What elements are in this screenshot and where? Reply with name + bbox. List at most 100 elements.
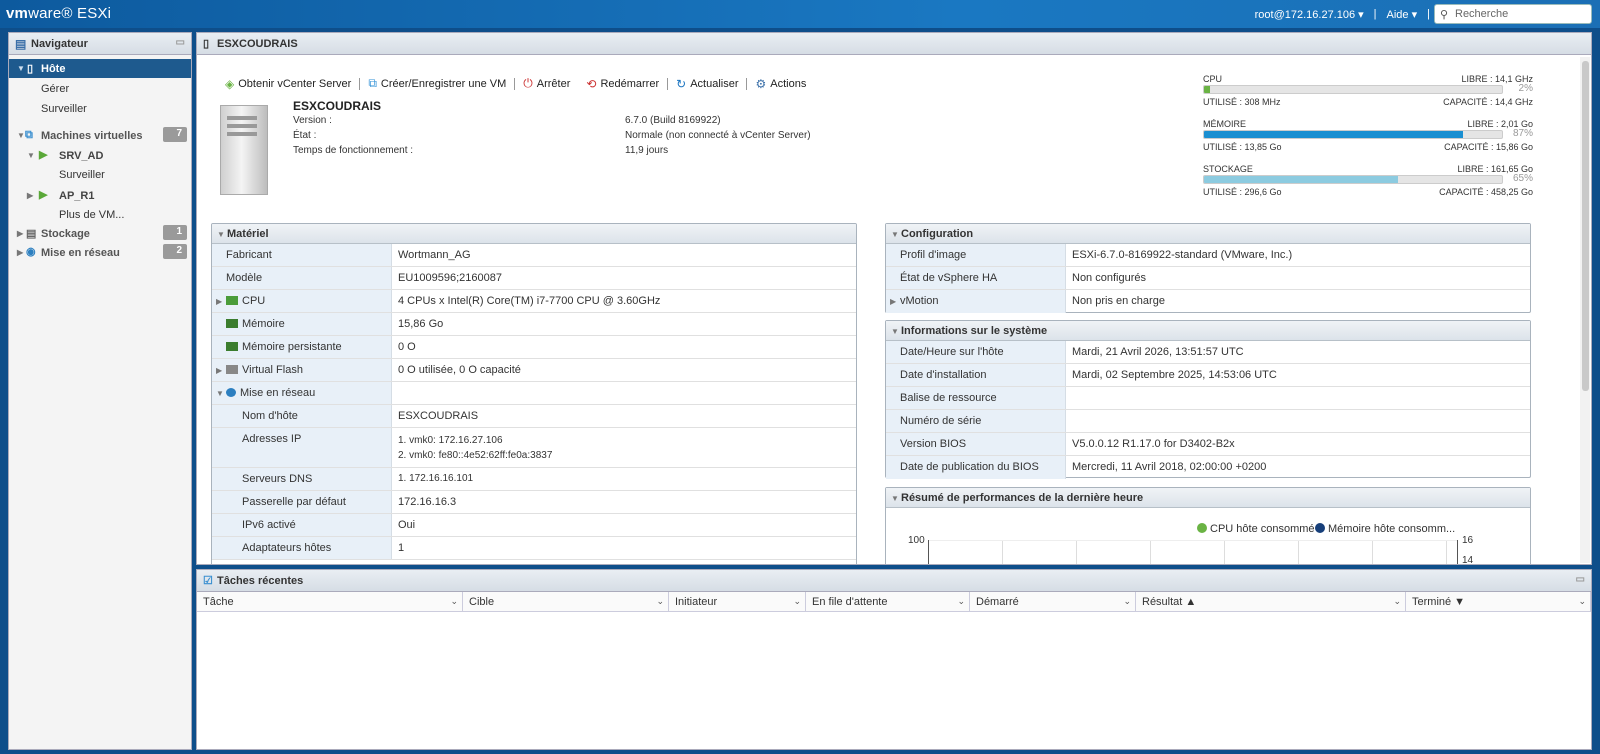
storage-meter: STOCKAGE LIBRE : 161,65 Go 65% UTILISÉ :… — [1203, 164, 1533, 200]
nav-item-srv-ad[interactable]: ▼ ▶ SRV_AD — [9, 146, 191, 165]
config-row-vsphere-ha: État de vSphere HA Non configurés — [886, 267, 1530, 290]
vm-count-badge: 7 — [163, 127, 187, 142]
collapse-icon[interactable]: ▼ — [27, 151, 35, 160]
chevron-down-icon[interactable]: ⌄ — [1578, 596, 1586, 607]
search-input[interactable]: ⚲ Recherche — [1434, 4, 1592, 24]
legend-memory[interactable]: Mémoire hôte consomm... — [1315, 523, 1455, 535]
vmware-esxi-logo: vmware® ESXi — [6, 5, 112, 22]
nav-item-host[interactable]: ▼ ▯ Hôte — [9, 59, 191, 78]
server-image — [220, 105, 268, 195]
nav-item-storage[interactable]: ▶ ▤ Stockage 1 — [9, 224, 191, 243]
chart-gridlines — [929, 540, 1457, 564]
refresh-icon: ↻ — [676, 76, 687, 91]
create-vm-button[interactable]: ⧉ Créer/Enregistrer une VM — [360, 76, 514, 91]
hw-row-virtual-flash[interactable]: ▶ Virtual Flash 0 O utilisée, 0 O capacité — [212, 359, 856, 382]
column-target[interactable]: Cible ⌄ — [463, 592, 669, 612]
state-value: Normale (non connecté à vCenter Server) — [625, 130, 811, 141]
reboot-button[interactable]: ⟲ Redémarrer — [578, 77, 667, 91]
chevron-down-icon[interactable]: ⌄ — [1123, 596, 1131, 607]
config-row-vmotion[interactable]: ▶ vMotion Non pris en charge — [886, 290, 1530, 313]
nav-item-virtual-machines[interactable]: ▼ ⧉ Machines virtuelles 7 — [9, 126, 191, 145]
storage-capacity: CAPACITÉ : 458,25 Go — [1439, 187, 1533, 197]
sys-row-serial: Numéro de série — [886, 410, 1530, 433]
configuration-header[interactable]: ▼ Configuration — [886, 224, 1530, 244]
storage-percent: 65% — [1512, 173, 1533, 184]
reboot-icon: ⟲ — [586, 76, 597, 91]
create-vm-icon: ⧉ — [368, 76, 377, 90]
legend-cpu[interactable]: CPU hôte consommé — [1197, 523, 1315, 535]
scrollbar-thumb[interactable] — [1582, 61, 1589, 391]
chevron-down-icon[interactable]: ⌄ — [450, 596, 458, 607]
collapse-icon[interactable]: ▼ — [17, 64, 25, 73]
flash-icon — [226, 365, 238, 374]
nav-item-srv-ad-monitor[interactable]: Surveiller — [9, 165, 191, 184]
expand-icon[interactable]: ▶ — [216, 366, 222, 375]
sys-row-asset-tag: Balise de ressource — [886, 387, 1530, 410]
hw-row-model: Modèle EU1009596;2160087 — [212, 267, 856, 290]
host-icon: ▯ — [27, 63, 34, 75]
performance-header[interactable]: ▼ Résumé de performances de la dernière h… — [886, 488, 1530, 508]
sys-row-host-datetime: Date/Heure sur l'hôte Mardi, 21 Avril 202… — [886, 341, 1530, 364]
expand-icon[interactable]: ▶ — [17, 229, 23, 238]
collapse-icon[interactable]: ▼ — [217, 230, 225, 239]
chevron-down-icon[interactable]: ⌄ — [656, 596, 664, 607]
column-started[interactable]: Démarré ⌄ — [970, 592, 1136, 612]
uptime-label: Temps de fonctionnement : — [293, 145, 414, 156]
storage-bar-fill — [1204, 176, 1398, 183]
chevron-down-icon[interactable]: ⌄ — [793, 596, 801, 607]
actions-button[interactable]: ⚙ Actions — [747, 77, 814, 91]
uptime-value: 11,9 jours — [625, 145, 669, 156]
nav-item-networking[interactable]: ▶ ◉ Mise en réseau 2 — [9, 243, 191, 262]
expand-icon[interactable]: ▶ — [890, 297, 896, 306]
hardware-header[interactable]: ▼ Matériel — [212, 224, 856, 244]
nav-item-monitor[interactable]: Surveiller — [9, 99, 191, 118]
memory-bar — [1203, 130, 1503, 139]
refresh-button[interactable]: ↻ Actualiser — [668, 77, 746, 91]
collapse-icon[interactable]: ▼ — [891, 230, 899, 239]
expand-icon[interactable]: ▶ — [216, 297, 222, 306]
collapse-icon[interactable]: ▼ — [216, 389, 224, 398]
minimize-icon[interactable]: ▭ — [1576, 574, 1585, 585]
column-task[interactable]: Tâche ⌄ — [197, 592, 463, 612]
memory-used: UTILISÉ : 13,85 Go — [1203, 142, 1282, 152]
vertical-scrollbar[interactable] — [1580, 57, 1590, 563]
storage-icon: ▤ — [26, 228, 37, 240]
vcenter-icon: ◈ — [225, 76, 235, 91]
host-icon: ▯ — [203, 38, 210, 50]
cpu-capacity: CAPACITÉ : 14,4 GHz — [1443, 97, 1533, 107]
hw-row-dns: Serveurs DNS 1. 172.16.16.101 — [212, 468, 856, 491]
collapse-icon[interactable]: ▼ — [891, 494, 899, 503]
chevron-down-icon[interactable]: ⌄ — [1393, 596, 1401, 607]
hw-row-cpu[interactable]: ▶ CPU 4 CPUs x Intel(R) Core(TM) i7-7700 C… — [212, 290, 856, 313]
system-info-header[interactable]: ▼ Informations sur le système — [886, 321, 1530, 341]
help-menu[interactable]: Aide ▾ — [1387, 8, 1418, 21]
storage-label: STOCKAGE — [1203, 164, 1253, 174]
search-icon: ⚲ — [1440, 9, 1449, 21]
shutdown-button[interactable]: ⏻ Arrêter — [515, 76, 578, 91]
minimize-icon[interactable]: ▭ — [176, 37, 185, 48]
recent-tasks-panel: ☑ Tâches récentes ▭ Tâche ⌄ Cible ⌄ Initia… — [196, 569, 1592, 750]
collapse-icon[interactable]: ▼ — [891, 327, 899, 336]
storage-used: UTILISÉ : 296,6 Go — [1203, 187, 1282, 197]
get-vcenter-button[interactable]: ◈ Obtenir vCenter Server — [217, 77, 359, 91]
memory-icon — [226, 319, 238, 328]
cpu-percent: 2% — [1518, 83, 1533, 94]
chevron-down-icon[interactable]: ⌄ — [957, 596, 965, 607]
y-axis-left-max: 100 — [908, 535, 925, 546]
hw-row-manufacturer: Fabricant Wortmann_AG — [212, 244, 856, 267]
column-queued[interactable]: En file d'attente ⌄ — [806, 592, 970, 612]
recent-tasks-header: ☑ Tâches récentes ▭ — [197, 570, 1591, 592]
collapse-icon[interactable]: ▼ — [17, 131, 25, 140]
nav-item-more-vms[interactable]: Plus de VM... — [9, 205, 191, 224]
column-initiator[interactable]: Initiateur ⌄ — [669, 592, 806, 612]
memory-label: MÉMOIRE — [1203, 119, 1247, 129]
user-menu[interactable]: root@172.16.27.106 ▾ — [1255, 8, 1364, 21]
hw-row-networking[interactable]: ▼ Mise en réseau — [212, 382, 856, 405]
column-result[interactable]: Résultat ▲ ⌄ — [1136, 592, 1406, 612]
expand-icon[interactable]: ▶ — [27, 191, 33, 200]
hw-row-gateway: Passerelle par défaut 172.16.16.3 — [212, 491, 856, 514]
nav-item-ap-r1[interactable]: ▶ ▶ AP_R1 — [9, 186, 191, 205]
column-completed[interactable]: Terminé ▼ ⌄ — [1406, 592, 1591, 612]
expand-icon[interactable]: ▶ — [17, 248, 23, 257]
nav-item-manage[interactable]: Gérer — [9, 79, 191, 98]
